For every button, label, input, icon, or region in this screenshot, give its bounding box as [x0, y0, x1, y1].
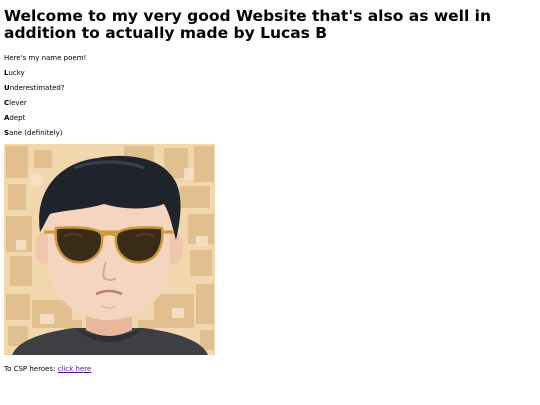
poem-line-a: Adept [4, 114, 536, 123]
poem-line-s: Sane (definitely) [4, 129, 536, 138]
avatar-image [4, 144, 215, 355]
page: Welcome to my very good Website that's a… [0, 0, 540, 405]
poem-line-u: Underestimated? [4, 84, 536, 93]
poem-rest: ane (definitely) [9, 129, 63, 137]
name-poem: Lucky Underestimated? Clever Adept Sane … [4, 69, 536, 138]
click-here-link[interactable]: click here [58, 365, 92, 373]
poem-rest: lever [9, 99, 27, 107]
poem-rest: nderestimated? [9, 84, 65, 92]
page-title: Welcome to my very good Website that's a… [4, 7, 492, 42]
footer-prefix: To CSP heroes: [4, 365, 58, 373]
poem-rest: ucky [8, 69, 25, 77]
poem-line-c: Clever [4, 99, 536, 108]
footer: To CSP heroes: click here [4, 365, 536, 374]
poem-rest: dept [9, 114, 26, 122]
poem-line-l: Lucky [4, 69, 536, 78]
intro-text: Here's my name poem! [4, 54, 87, 62]
